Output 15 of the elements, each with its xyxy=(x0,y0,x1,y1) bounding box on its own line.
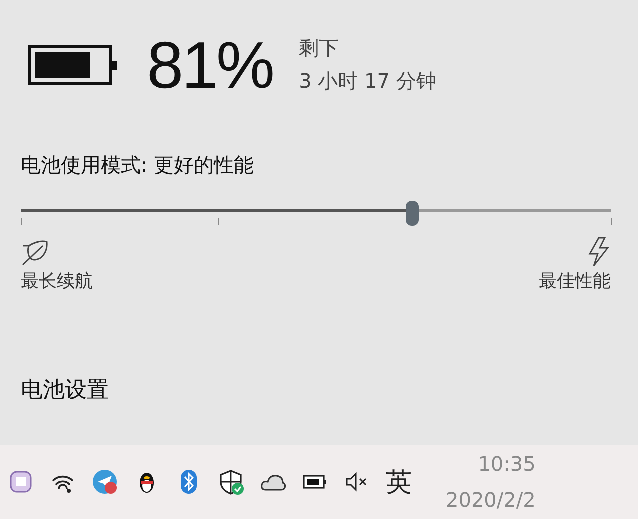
max-label: 最佳性能 xyxy=(539,270,611,293)
battery-percent: 81% xyxy=(147,32,274,98)
power-mode-title: 电池使用模式: 更好的性能 xyxy=(21,152,256,179)
remaining-label: 剩下 xyxy=(299,35,340,62)
slider-thumb[interactable] xyxy=(406,201,420,226)
slider[interactable] xyxy=(21,201,611,229)
remaining-time: 3 小时 17 分钟 xyxy=(299,68,436,95)
paper-plane-icon[interactable] xyxy=(92,469,118,495)
battery-settings-link[interactable]: 电池设置 xyxy=(21,375,109,405)
lightning-icon xyxy=(587,237,611,267)
app-icon[interactable] xyxy=(8,469,34,495)
min-label: 最长续航 xyxy=(21,270,93,293)
battery-icon xyxy=(28,45,117,85)
input-method-indicator[interactable]: 英 xyxy=(386,464,412,500)
shield-icon[interactable] xyxy=(218,469,244,495)
